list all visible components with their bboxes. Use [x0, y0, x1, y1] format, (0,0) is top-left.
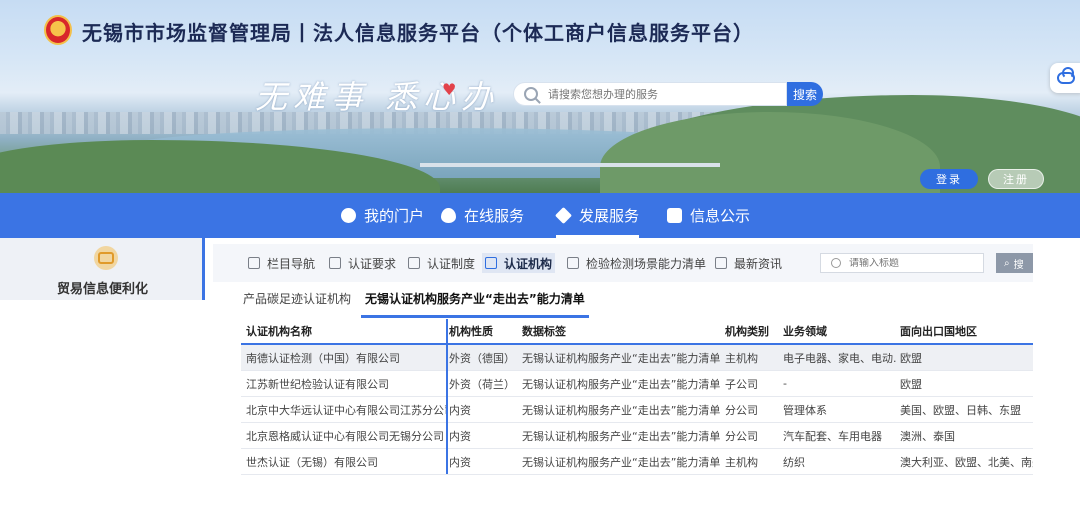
nav-item-label: 发展服务 — [579, 207, 640, 225]
sidebar-item-trade-facilitation[interactable]: 贸易信息便利化 — [0, 238, 205, 300]
table-cell: 内资 — [449, 455, 471, 469]
title-search-button[interactable]: ⌕ 搜 — [996, 253, 1033, 273]
table-cell: 江苏新世纪检验认证有限公司 — [246, 377, 389, 391]
service-search[interactable] — [513, 82, 787, 106]
table-cell: 子公司 — [725, 377, 758, 391]
tab-label: 最新资讯 — [734, 256, 783, 271]
table-row[interactable]: 北京中大华远认证中心有限公司江苏分公司 内资 无锡认证机构服务产业“走出去”能力… — [241, 397, 1033, 423]
login-button[interactable]: 登录 — [920, 169, 978, 189]
cert-bodies-table: 认证机构名称 机构性质 数据标签 机构类别 业务领域 面向出口国地区 南德认证检… — [241, 319, 1033, 475]
tab-cert-bodies[interactable]: 认证机构 — [482, 253, 556, 273]
search-button[interactable]: 搜索 — [787, 82, 823, 106]
nav-item-development-service[interactable]: 发展服务 — [555, 193, 640, 238]
table-cell: 无锡认证机构服务产业“走出去”能力清单 — [522, 455, 721, 469]
calendar-icon — [408, 257, 420, 269]
table-cell: 欧盟 — [900, 377, 922, 391]
slogan: 无难事 悉心办 — [255, 78, 500, 116]
frozen-column-divider — [446, 319, 448, 474]
column-header[interactable]: 数据标签 — [522, 319, 722, 343]
table-cell: 主机构 — [725, 351, 758, 365]
table-cell: 内资 — [449, 429, 471, 443]
search-icon — [831, 258, 841, 268]
tab-label: 认证制度 — [427, 256, 476, 271]
nav-item-portal[interactable]: 我的门户 — [341, 193, 424, 238]
table-cell: 分公司 — [725, 429, 758, 443]
nav-item-label: 我的门户 — [364, 207, 425, 225]
table-cell: 无锡认证机构服务产业“走出去”能力清单 — [522, 429, 721, 443]
tab-testing-capability-list[interactable]: 检验检测场景能力清单 — [564, 253, 709, 273]
table-row[interactable]: 南德认证检测（中国）有限公司 外资（德国） 无锡认证机构服务产业“走出去”能力清… — [241, 345, 1033, 371]
document-icon — [567, 257, 579, 269]
nav-item-online-service[interactable]: 在线服务 — [441, 193, 524, 238]
eye-icon — [441, 208, 456, 223]
title-search-button-label: 搜 — [1013, 259, 1024, 271]
table-row[interactable]: 世杰认证（无锡）有限公司 内资 无锡认证机构服务产业“走出去”能力清单 主机构 … — [241, 449, 1033, 475]
tab-label: 认证要求 — [348, 256, 397, 271]
tab-cert-requirements[interactable]: 认证要求 — [326, 253, 399, 273]
cloud-icon — [1057, 67, 1075, 84]
table-cell: 汽车配套、车用电器 — [783, 429, 882, 443]
table-cell: 无锡认证机构服务产业“走出去”能力清单 — [522, 351, 721, 365]
tab-label: 检验检测场景能力清单 — [586, 256, 707, 271]
emblem-logo-icon — [44, 15, 72, 45]
building-icon — [485, 257, 497, 269]
table-cell: 无锡认证机构服务产业“走出去”能力清单 — [522, 377, 721, 391]
table-cell: 内资 — [449, 403, 471, 417]
main-nav: 我的门户 在线服务 发展服务 信息公示 — [0, 193, 1080, 238]
table-cell: 北京中大华远认证中心有限公司江苏分公司 — [246, 403, 446, 417]
heart-icon: ♥ — [442, 80, 457, 99]
title-search[interactable] — [820, 253, 984, 273]
tab-latest-news[interactable]: 最新资讯 — [712, 253, 785, 273]
nav-item-label: 信息公示 — [690, 207, 751, 225]
table-row[interactable]: 北京恩格威认证中心有限公司无锡分公司 内资 无锡认证机构服务产业“走出去”能力清… — [241, 423, 1033, 449]
subtab-going-global-list[interactable]: 无锡认证机构服务产业“走出去”能力清单 — [361, 290, 589, 318]
column-header[interactable]: 认证机构名称 — [246, 319, 446, 343]
table-cell: 主机构 — [725, 455, 758, 469]
shield-icon — [329, 257, 341, 269]
table-cell: - — [783, 377, 787, 390]
nav-item-public-info[interactable]: 信息公示 — [667, 193, 750, 238]
subtab-carbon-footprint[interactable]: 产品碳足迹认证机构 — [243, 290, 351, 314]
table-cell: 南德认证检测（中国）有限公司 — [246, 351, 400, 365]
coin-icon — [94, 246, 118, 270]
news-icon — [715, 257, 727, 269]
tab-label: 栏目导航 — [267, 256, 316, 271]
register-button[interactable]: 注册 — [988, 169, 1044, 189]
table-header-row: 认证机构名称 机构性质 数据标签 机构类别 业务领域 面向出口国地区 — [241, 319, 1033, 345]
table-cell: 世杰认证（无锡）有限公司 — [246, 455, 378, 469]
column-header[interactable]: 业务领域 — [783, 319, 897, 343]
table-cell: 无锡认证机构服务产业“走出去”能力清单 — [522, 403, 721, 417]
column-header[interactable]: 面向出口国地区 — [900, 319, 1033, 343]
sidebar-item-label: 贸易信息便利化 — [56, 282, 148, 297]
table-cell: 北京恩格威认证中心有限公司无锡分公司 — [246, 429, 444, 443]
column-header[interactable]: 机构性质 — [449, 319, 521, 343]
service-search-input[interactable] — [548, 87, 768, 101]
grid-icon — [248, 257, 260, 269]
site-title: 无锡市市场监督管理局丨法人信息服务平台（个体工商户信息服务平台） — [82, 21, 754, 45]
table-cell: 美国、欧盟、日韩、东盟 — [900, 403, 1021, 417]
bridge-decoration — [420, 163, 720, 167]
table-cell: 澳大利亚、欧盟、北美、南美 — [900, 455, 1033, 469]
title-search-input[interactable] — [849, 257, 979, 269]
layers-icon — [555, 207, 572, 224]
column-header[interactable]: 机构类别 — [725, 319, 781, 343]
table-cell: 管理体系 — [783, 403, 827, 417]
tab-cert-system[interactable]: 认证制度 — [405, 253, 478, 273]
table-cell: 电子电器、家电、电动... — [783, 351, 897, 365]
nav-item-label: 在线服务 — [464, 207, 525, 225]
table-row[interactable]: 江苏新世纪检验认证有限公司 外资（荷兰） 无锡认证机构服务产业“走出去”能力清单… — [241, 371, 1033, 397]
search-icon: ⌕ — [1004, 257, 1010, 269]
tab-column-nav[interactable]: 栏目导航 — [245, 253, 318, 273]
user-icon — [341, 208, 356, 223]
tab-label: 认证机构 — [504, 256, 553, 271]
table-cell: 欧盟 — [900, 351, 922, 365]
table-cell: 澳洲、泰国 — [900, 429, 955, 443]
table-cell: 外资（德国） — [449, 351, 515, 365]
table-cell: 纺织 — [783, 455, 805, 469]
table-cell: 外资（荷兰） — [449, 377, 515, 391]
table-cell: 分公司 — [725, 403, 758, 417]
floating-assistant-button[interactable] — [1050, 63, 1080, 93]
search-icon — [524, 87, 538, 101]
message-icon — [667, 208, 682, 223]
